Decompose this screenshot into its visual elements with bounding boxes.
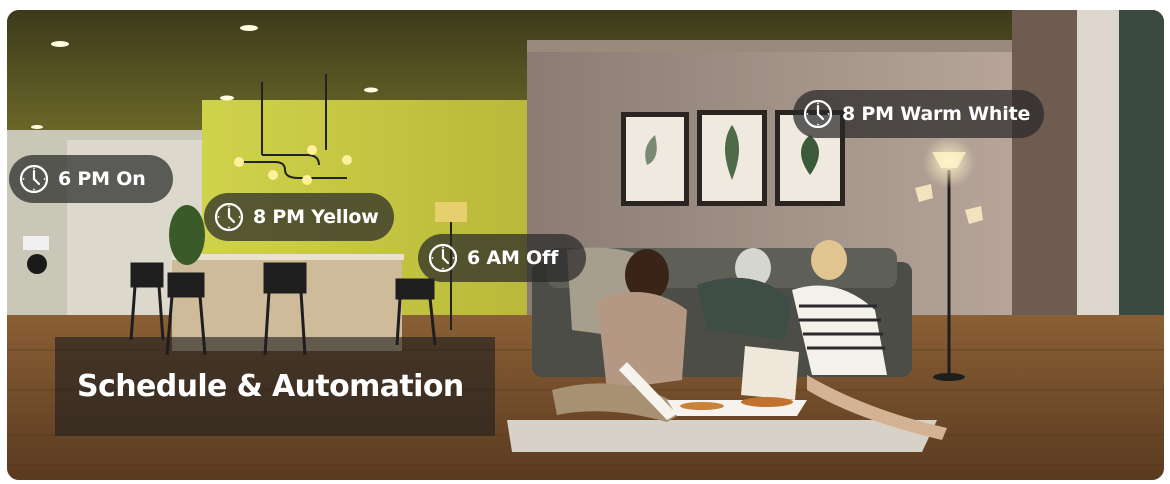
banner-title: Schedule & Automation — [77, 369, 464, 404]
clock-icon — [214, 202, 244, 232]
schedule-tag-label: 8 PM Warm White — [842, 103, 1031, 125]
hero-banner: 6 PM On 8 PM Yellow 6 AM Off 8 PM Warm W… — [7, 10, 1164, 480]
schedule-tag-label: 8 PM Yellow — [253, 206, 379, 228]
schedule-tag-label: 6 PM On — [58, 168, 146, 190]
title-box: Schedule & Automation — [55, 337, 495, 436]
clock-icon — [803, 99, 833, 129]
schedule-tag-label: 6 AM Off — [467, 247, 559, 269]
clock-icon — [19, 164, 49, 194]
schedule-tag-8pm-yellow: 8 PM Yellow — [204, 193, 394, 241]
schedule-tag-6pm-on: 6 PM On — [9, 155, 173, 203]
schedule-tag-6am-off: 6 AM Off — [418, 234, 586, 282]
schedule-tag-8pm-warm-white: 8 PM Warm White — [793, 90, 1044, 138]
clock-icon — [428, 243, 458, 273]
